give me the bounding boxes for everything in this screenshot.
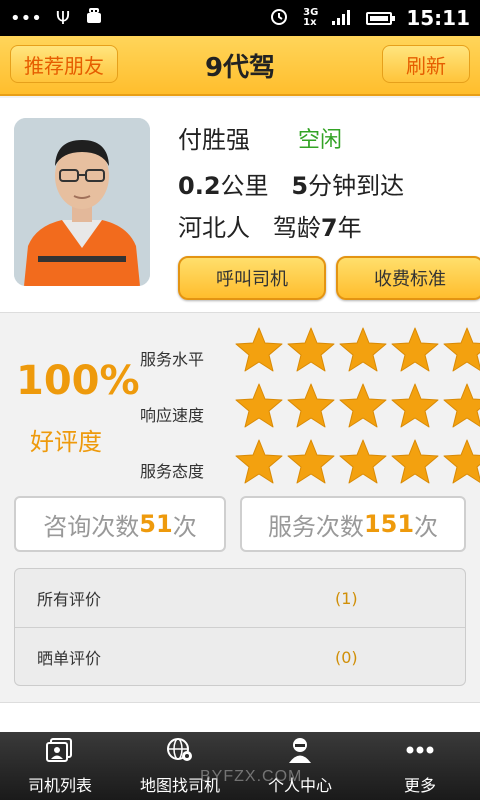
eta-value: 5 [291, 172, 309, 200]
nav-label: 司机列表 [27, 776, 92, 795]
nav-more[interactable]: 更多 [360, 732, 480, 800]
star-icon [235, 439, 283, 484]
review-row-photo[interactable]: 晒单评价 (0) [15, 627, 465, 685]
star-icon [391, 439, 439, 484]
clock: 15:11 [406, 6, 470, 30]
consult-unit: 次 [172, 512, 197, 541]
call-driver-button[interactable]: 呼叫司机 [178, 256, 326, 300]
app-header: 推荐朋友 9代驾 刷新 [0, 36, 480, 96]
watermark: BYFZX.COM [200, 768, 303, 785]
service-value: 151 [363, 510, 415, 538]
approval-label: 好评度 [30, 428, 102, 456]
page-title: 9代驾 [204, 52, 276, 83]
recommend-friend-button[interactable]: 推荐朋友 [10, 45, 118, 83]
map-globe-icon [165, 736, 195, 768]
distance-eta-row: 0.2公里 5分钟到达 [178, 166, 404, 201]
nav-label: 更多 [403, 776, 436, 795]
rating-section: 100% 好评度 服务水平 响应速度 服务态度 [0, 318, 480, 493]
refresh-button[interactable]: 刷新 [382, 45, 470, 83]
fee-standard-button[interactable]: 收费标准 [336, 256, 480, 300]
more-dots-icon [405, 736, 435, 768]
driver-status: 空闲 [298, 128, 343, 153]
hometown: 河北人 [178, 214, 250, 242]
approval-percent: 100% [16, 358, 140, 404]
distance-unit: 公里 [220, 172, 269, 200]
reviews-list: 所有评价 (1) 晒单评价 (0) [14, 568, 466, 686]
consult-count-box: 咨询次数 51 次 [14, 496, 226, 552]
consult-value: 51 [139, 510, 173, 538]
network-indicator: 3G 1x [303, 8, 318, 28]
star-icon [339, 383, 387, 428]
star-icon [391, 383, 439, 428]
rating-label-service-level: 服务水平 [140, 350, 205, 369]
usb-icon: Ψ [55, 7, 71, 29]
driving-age-label: 驾龄 [272, 214, 321, 242]
star-icon [235, 327, 283, 372]
android-debug-icon [84, 7, 104, 30]
service-count-box: 服务次数 151 次 [240, 496, 466, 552]
driving-years-unit: 年 [337, 214, 362, 242]
service-label: 服务次数 [267, 512, 364, 541]
rating-stars-response-speed [234, 382, 480, 428]
battery-icon [366, 11, 396, 25]
star-icon [287, 327, 335, 372]
driver-profile-card: 付胜强 空闲 0.2公里 5分钟到达 河北人 驾龄7年 呼叫司机 收费标准 [0, 98, 480, 313]
star-icon [287, 439, 335, 484]
driving-years: 7 [320, 214, 338, 242]
status-bar: ••• Ψ 3G 1x 15:11 [0, 0, 480, 36]
review-row-all[interactable]: 所有评价 (1) [15, 569, 465, 627]
bottom-navigation: 司机列表 地图找司机 个人中心 更多 [0, 732, 480, 800]
person-icon [285, 736, 315, 768]
rating-label-response-speed: 响应速度 [140, 406, 205, 425]
review-label: 晒单评价 [37, 649, 102, 668]
star-icon [339, 327, 387, 372]
review-count: (1) [335, 588, 358, 608]
nav-driver-list[interactable]: 司机列表 [0, 732, 120, 800]
eta-unit: 分钟到达 [308, 172, 405, 200]
rating-stars-service-level [234, 326, 480, 372]
rating-label-service-attitude: 服务态度 [140, 462, 205, 481]
nav-map-find-driver[interactable]: 地图找司机 [120, 732, 240, 800]
review-label: 所有评价 [37, 590, 102, 609]
nav-personal-center[interactable]: 个人中心 [240, 732, 360, 800]
signal-icon [332, 6, 352, 30]
status-left: ••• Ψ [10, 7, 104, 30]
more-dots-icon: ••• [10, 7, 42, 29]
alarm-icon [269, 6, 289, 31]
driver-list-icon [45, 736, 75, 768]
review-count: (0) [335, 647, 358, 667]
rating-stars-service-attitude [234, 438, 480, 484]
bottom-card-edge [0, 702, 480, 733]
driver-photo [14, 118, 150, 286]
driver-name: 付胜强 [178, 126, 250, 154]
service-unit: 次 [414, 512, 439, 541]
hometown-experience-row: 河北人 驾龄7年 [178, 208, 362, 243]
star-icon [235, 383, 283, 428]
star-icon [443, 439, 480, 484]
consult-label: 咨询次数 [43, 512, 140, 541]
status-right: 3G 1x 15:11 [269, 6, 470, 31]
star-icon [443, 327, 480, 372]
distance-value: 0.2 [178, 172, 221, 200]
star-icon [443, 383, 480, 428]
star-icon [339, 439, 387, 484]
star-icon [287, 383, 335, 428]
network-type-2: 1x [303, 17, 317, 28]
star-icon [391, 327, 439, 372]
